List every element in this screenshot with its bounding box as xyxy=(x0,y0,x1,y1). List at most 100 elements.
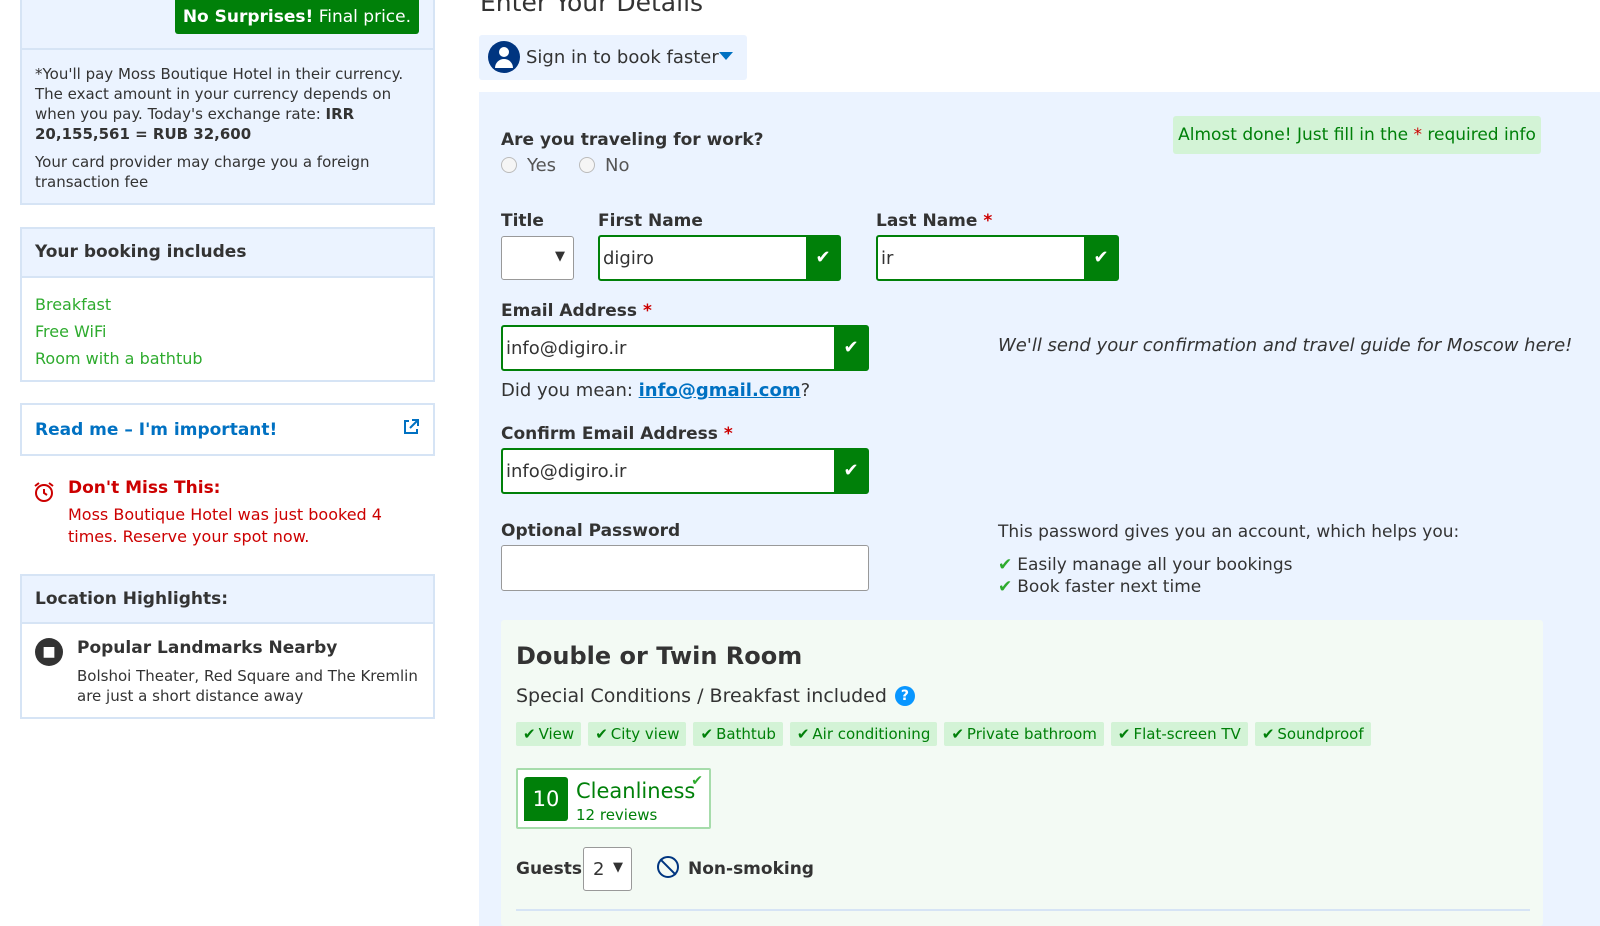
password-help-text: This password gives you an account, whic… xyxy=(998,522,1460,542)
facility-label: View xyxy=(538,725,575,743)
external-link-icon[interactable] xyxy=(401,417,421,437)
suggestion-prefix: Did you mean: xyxy=(501,380,639,401)
badge-bold-text: No Surprises! xyxy=(182,7,314,27)
facility-tag: ✔ View xyxy=(516,722,582,746)
dont-miss-text: Moss Boutique Hotel was just booked 4 ti… xyxy=(68,505,382,546)
guests-value[interactable]: 2 xyxy=(593,859,604,880)
check-icon: ✔ xyxy=(1117,725,1131,743)
password-benefit: ✔ Easily manage all your bookings xyxy=(998,555,1292,575)
radio-label-yes: Yes xyxy=(527,155,557,176)
password-benefit: ✔ Book faster next time xyxy=(998,577,1201,597)
benefit-text: Easily manage all your bookings xyxy=(1017,555,1293,575)
sign-in-dropdown[interactable]: Sign in to book faster xyxy=(479,35,747,80)
user-icon xyxy=(488,41,520,73)
check-icon: ✔ xyxy=(951,725,964,743)
dont-miss-title: Don't Miss This: xyxy=(68,478,221,498)
currency-note: *You'll pay Moss Boutique Hotel in their… xyxy=(35,65,404,143)
location-highlights-card: Location Highlights: ■ Popular Landmarks… xyxy=(20,574,435,719)
required-star: * xyxy=(723,424,733,444)
read-me-link[interactable]: Read me – I'm important! xyxy=(35,420,277,440)
radio-button[interactable] xyxy=(579,157,595,173)
badge-rest-text: Final price. xyxy=(313,7,411,27)
room-card: Double or Twin Room Special Conditions /… xyxy=(501,620,1543,926)
check-icon: ✔ xyxy=(700,725,714,743)
non-smoking-label: Non-smoking xyxy=(688,859,814,879)
almost-done-prefix: Almost done! Just fill in the xyxy=(1178,125,1414,145)
price-summary-box: No Surprises! Final price. *You'll pay M… xyxy=(20,0,435,205)
guests-label: Guests: xyxy=(516,859,589,879)
facility-tag: ✔ Flat-screen TV xyxy=(1110,722,1248,746)
email-value[interactable]: info@digiro.ir xyxy=(506,338,626,359)
valid-check-icon: ✔ xyxy=(1084,235,1118,281)
confirm-email-label-text: Confirm Email Address xyxy=(501,424,718,444)
landmark-title: Popular Landmarks Nearby xyxy=(77,638,338,658)
first-name-field[interactable]: digiro ✔ xyxy=(598,235,841,281)
list-item: Room with a bathtub xyxy=(35,349,203,368)
title-select[interactable]: ▼ xyxy=(501,236,574,280)
email-suggestion: Did you mean: info@gmail.com? xyxy=(501,380,810,401)
last-name-label-text: Last Name xyxy=(876,211,978,231)
room-conditions: Special Conditions / Breakfast included xyxy=(516,685,887,707)
list-item: Free WiFi xyxy=(35,322,107,341)
facility-tag: ✔ City view xyxy=(588,722,687,746)
facility-label: City view xyxy=(610,725,680,743)
valid-check-icon: ✔ xyxy=(834,325,868,371)
confirm-email-value[interactable]: info@digiro.ir xyxy=(506,461,626,482)
booking-includes-card: Your booking includes Breakfast Free WiF… xyxy=(20,227,435,382)
read-me-card[interactable]: Read me – I'm important! xyxy=(20,403,435,456)
card-fee-note: Your card provider may charge you a fore… xyxy=(35,153,370,191)
email-label: Email Address * xyxy=(501,301,652,321)
chevron-down-icon[interactable] xyxy=(719,52,733,60)
landmark-text: Bolshoi Theater, Red Square and The Krem… xyxy=(77,667,418,705)
first-name-value[interactable]: digiro xyxy=(603,248,654,269)
facility-label: Private bathroom xyxy=(966,725,1097,743)
confirm-email-field[interactable]: info@digiro.ir ✔ xyxy=(501,448,869,494)
guests-select[interactable]: 2 ▼ xyxy=(583,847,632,891)
landmark-icon: ■ xyxy=(35,638,63,666)
facility-label: Bathtub xyxy=(716,725,776,743)
divider xyxy=(22,48,433,50)
facility-tag: ✔ Bathtub xyxy=(693,722,783,746)
sign-in-label[interactable]: Sign in to book faster xyxy=(526,47,719,68)
required-star: * xyxy=(983,211,993,231)
required-star: * xyxy=(642,301,652,321)
facility-label: Air conditioning xyxy=(812,725,931,743)
valid-check-icon: ✔ xyxy=(834,448,868,494)
email-field[interactable]: info@digiro.ir ✔ xyxy=(501,325,869,371)
facility-tag: ✔ Air conditioning xyxy=(789,722,938,746)
password-field[interactable] xyxy=(501,545,869,591)
last-name-field[interactable]: ir ✔ xyxy=(876,235,1119,281)
exchange-rate: IRR 20,155,561 = RUB 32,600 xyxy=(35,105,355,143)
work-yes-radio[interactable]: Yes xyxy=(501,155,556,176)
room-facilities: ✔ View ✔ City view ✔ Bathtub ✔ Air condition… xyxy=(516,722,1371,746)
divider xyxy=(516,909,1530,911)
work-no-radio[interactable]: No xyxy=(579,155,629,176)
no-smoking-icon xyxy=(657,856,679,878)
last-name-value[interactable]: ir xyxy=(881,248,893,269)
dropdown-caret-icon: ▼ xyxy=(555,249,565,264)
help-icon[interactable]: ? xyxy=(894,686,915,706)
facility-tag: ✔ Soundproof xyxy=(1254,722,1371,746)
almost-done-banner: Almost done! Just fill in the * required… xyxy=(1173,116,1541,154)
booking-includes-list: Breakfast Free WiFi Room with a bathtub xyxy=(22,278,433,372)
final-price-badge: No Surprises! Final price. xyxy=(174,0,419,34)
confirm-email-label: Confirm Email Address * xyxy=(501,424,733,444)
facility-label: Flat-screen TV xyxy=(1133,725,1241,743)
check-icon: ✔ xyxy=(1261,725,1275,743)
required-star: * xyxy=(1413,125,1422,145)
work-travel-question: Are you traveling for work? xyxy=(501,130,764,150)
booking-includes-title: Your booking includes xyxy=(22,229,433,278)
benefit-text: Book faster next time xyxy=(1017,577,1202,597)
facility-label: Soundproof xyxy=(1277,725,1364,743)
cleanliness-reviews: 12 reviews xyxy=(576,806,658,824)
room-title: Double or Twin Room xyxy=(516,642,803,670)
cleanliness-score-box: 10 Cleanliness 12 reviews ✔ xyxy=(516,768,711,829)
suggested-email-link[interactable]: info@gmail.com xyxy=(639,380,801,401)
location-highlights-title: Location Highlights: xyxy=(22,576,433,624)
suggestion-suffix: ? xyxy=(800,380,811,401)
first-name-label: First Name xyxy=(598,211,703,231)
check-icon: ✔ xyxy=(523,725,536,743)
check-icon: ✔ xyxy=(998,555,1013,575)
radio-button[interactable] xyxy=(501,157,517,173)
check-icon: ✔ xyxy=(998,577,1013,597)
